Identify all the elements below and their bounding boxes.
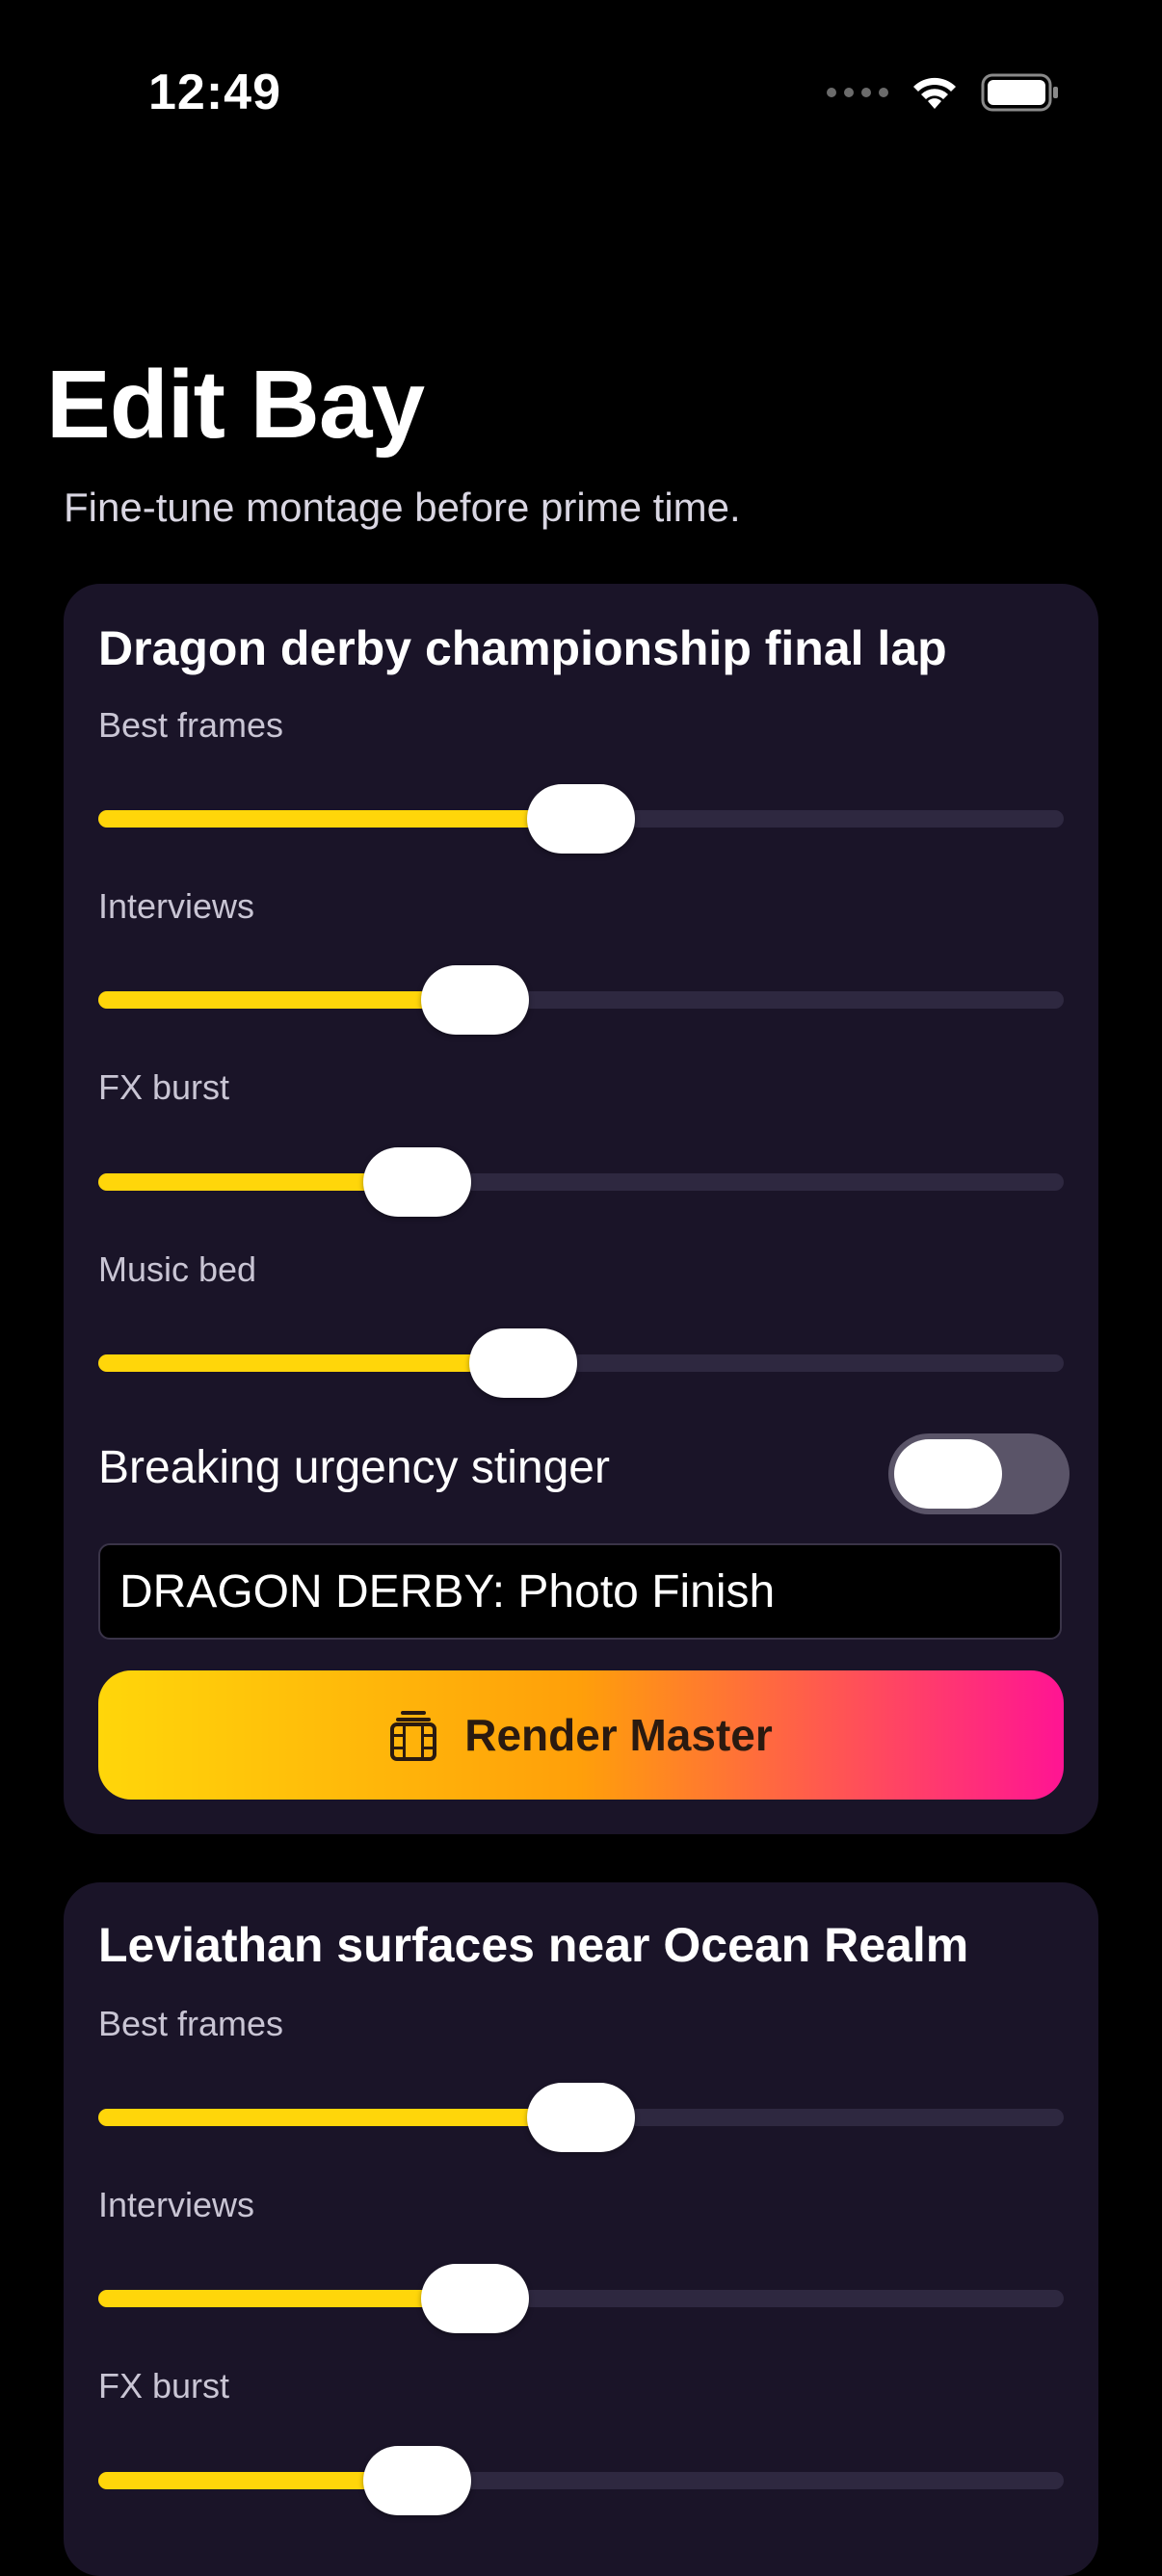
fx-burst-slider[interactable]	[98, 2438, 1064, 2515]
toggle-label: Breaking urgency stinger	[98, 1442, 610, 1493]
fx-burst-slider[interactable]	[98, 1140, 1064, 1217]
slider-label-music-bed: Music bed	[98, 1249, 257, 1289]
slider-fill	[98, 991, 475, 1009]
slider-thumb[interactable]	[468, 1328, 577, 1398]
status-time: 12:49	[148, 65, 281, 120]
slider-thumb[interactable]	[362, 1147, 471, 1217]
slider-fill	[98, 2290, 475, 2307]
headline-input[interactable]	[98, 1543, 1062, 1640]
story-card: Dragon derby championship final lap Best…	[64, 584, 1098, 1834]
card-title: Leviathan surfaces near Ocean Realm	[98, 1918, 969, 1972]
slider-label-best-frames: Best frames	[98, 2004, 284, 2043]
slider-label-best-frames: Best frames	[98, 705, 284, 745]
slider-fill	[98, 810, 581, 828]
music-bed-slider[interactable]	[98, 1321, 1064, 1398]
cellular-signal-icon	[827, 88, 888, 97]
best-frames-slider[interactable]	[98, 2075, 1064, 2152]
page-subtitle: Fine-tune montage before prime time.	[64, 485, 741, 530]
toggle-knob	[894, 1439, 1002, 1509]
status-bar: 12:49	[0, 0, 1162, 193]
render-master-button[interactable]: Render Master	[98, 1670, 1064, 1800]
interviews-slider[interactable]	[98, 2256, 1064, 2333]
slider-label-interviews: Interviews	[98, 886, 255, 926]
breaking-urgency-toggle[interactable]	[888, 1433, 1070, 1514]
story-card: Leviathan surfaces near Ocean Realm Best…	[64, 1882, 1098, 2576]
battery-icon	[981, 73, 1060, 112]
best-frames-slider[interactable]	[98, 776, 1064, 854]
interviews-slider[interactable]	[98, 958, 1064, 1035]
slider-fill	[98, 1354, 523, 1372]
slider-thumb[interactable]	[420, 2264, 529, 2333]
page-title: Edit Bay	[46, 351, 425, 459]
film-icon	[389, 1709, 437, 1761]
slider-thumb[interactable]	[527, 2083, 635, 2152]
render-master-label: Render Master	[464, 1710, 773, 1760]
slider-thumb[interactable]	[527, 784, 635, 854]
card-title: Dragon derby championship final lap	[98, 621, 947, 675]
slider-fill	[98, 2109, 581, 2126]
slider-label-interviews: Interviews	[98, 2185, 255, 2224]
status-icons	[827, 73, 1060, 112]
slider-label-fx-burst: FX burst	[98, 2366, 230, 2405]
slider-thumb[interactable]	[362, 2446, 471, 2515]
slider-thumb[interactable]	[420, 965, 529, 1035]
slider-label-fx-burst: FX burst	[98, 1067, 230, 1107]
wifi-icon	[910, 74, 960, 111]
